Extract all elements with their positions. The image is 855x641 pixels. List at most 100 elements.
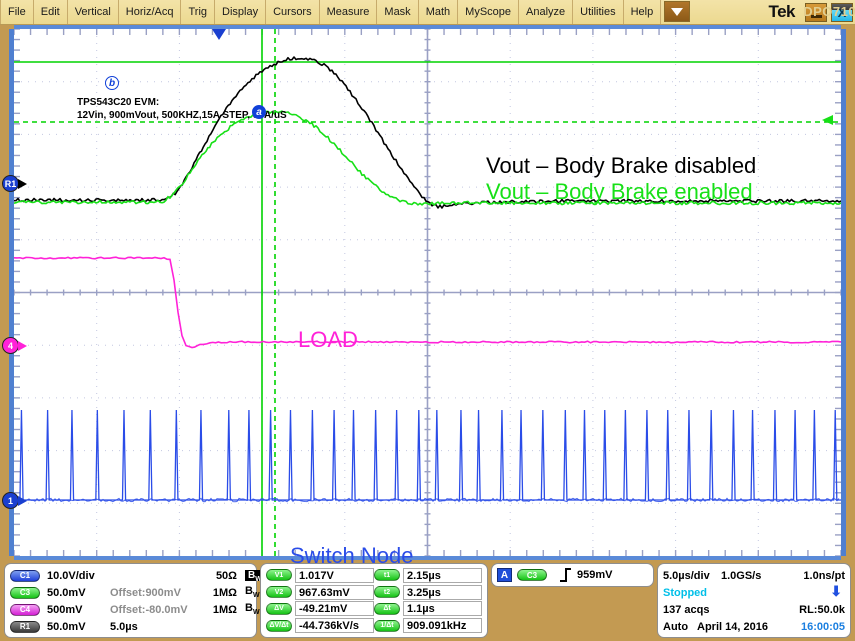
measurement-label-chip: ΔV/Δt: [266, 620, 292, 632]
vertical-offset-value: Offset:-80.0mV: [110, 604, 203, 616]
vertical-settings-panel[interactable]: C110.0V/div50ΩBW:1.0GC350.0mVOffset:900m…: [4, 563, 257, 638]
input-impedance-value: 1MΩ: [203, 604, 237, 616]
channel-chip-c3[interactable]: C3: [10, 587, 40, 599]
menu-item-edit[interactable]: Edit: [34, 0, 68, 24]
measurement-label-chip: V1: [266, 569, 292, 581]
channel-chip-c4[interactable]: C4: [10, 604, 40, 616]
menu-item-utilities[interactable]: Utilities: [573, 0, 623, 24]
vertical-row-c1[interactable]: C110.0V/div50ΩBW:1.0G: [10, 567, 251, 584]
acq-count: 137 acqs: [663, 604, 721, 616]
vertical-row-r1[interactable]: R150.0mV5.0µs: [10, 618, 251, 635]
trigger-panel[interactable]: A C3 959mV: [491, 563, 654, 587]
channel-badge-1: 1: [2, 492, 19, 509]
timebase-value: 5.0µs/div: [663, 570, 721, 582]
graticule: [14, 29, 841, 556]
acq-count-row: 137 acqs RL:50.0k: [663, 601, 845, 618]
menu-item-horiz-acq[interactable]: Horiz/Acq: [119, 0, 182, 24]
measurement-value: 2.15µs: [403, 568, 482, 583]
menu-item-analyze[interactable]: Analyze: [519, 0, 573, 24]
waveform-traces: [14, 29, 841, 556]
graticule-bottom-rail: [14, 556, 841, 560]
status-bar: C110.0V/div50ΩBW:1.0GC350.0mVOffset:900m…: [0, 561, 855, 641]
menu-item-file[interactable]: File: [0, 0, 34, 24]
cursor-voltage-column: V11.017VV2967.63mVΔV-49.21mVΔV/Δt-44.736…: [266, 567, 374, 634]
channel-arrow-icon: [18, 179, 27, 189]
menu-item-mask[interactable]: Mask: [377, 0, 418, 24]
channel-chip-c1[interactable]: C1: [10, 570, 40, 582]
channel-arrow-icon: [18, 496, 27, 506]
measurement-row: V2967.63mV: [266, 584, 374, 601]
cursor-tag-a[interactable]: a: [252, 105, 266, 119]
trace-label-switch-node: Switch Node: [290, 543, 414, 569]
record-length: RL:50.0k: [721, 604, 845, 616]
trigger-source-chip: C3: [517, 569, 547, 581]
menu-item-vertical[interactable]: Vertical: [68, 0, 119, 24]
menu-right-zone: DPO7104 Tek X: [693, 0, 855, 24]
trigger-level-arrow-icon: [822, 115, 833, 125]
menu-items: FileEditVerticalHoriz/AcqTrigDisplayCurs…: [0, 0, 661, 24]
channel-marker-ch1[interactable]: 1: [2, 492, 27, 509]
menu-item-cursors[interactable]: Cursors: [266, 0, 320, 24]
measurement-value: 967.63mV: [295, 585, 374, 600]
trigger-level-marker[interactable]: [822, 115, 833, 125]
measurement-label-chip: 1/Δt: [374, 620, 400, 632]
rising-edge-icon: [559, 568, 572, 582]
vertical-scale-value: 50.0mV: [47, 621, 110, 633]
vertical-row-c3[interactable]: C350.0mVOffset:900mV1MΩBW:20.0M: [10, 584, 251, 601]
vertical-scale-value: 10.0V/div: [47, 570, 110, 582]
trace-label-load: LOAD: [298, 327, 358, 353]
tek-logo: Tek: [768, 2, 795, 22]
measurement-value: -44.736kV/s: [295, 618, 374, 633]
measurement-label-chip: t1: [374, 569, 400, 581]
menu-item-measure[interactable]: Measure: [320, 0, 378, 24]
date-value: April 14, 2016: [697, 621, 801, 633]
horizontal-acquisition-panel[interactable]: 5.0µs/div 1.0GS/s 1.0ns/pt Stopped 137 a…: [657, 563, 851, 638]
channel-marker-ref1[interactable]: R1: [2, 175, 27, 192]
channel-arrow-icon: [18, 341, 27, 351]
trigger-level-value: 959mV: [577, 569, 612, 581]
measurement-label-chip: Δt: [374, 603, 400, 615]
cursor-measurement-panel[interactable]: V11.017VV2967.63mVΔV-49.21mVΔV/Δt-44.736…: [260, 563, 488, 638]
resolution-value: 1.0ns/pt: [783, 570, 845, 582]
download-arrow-icon[interactable]: ⬇: [830, 584, 842, 598]
trigger-position-marker-icon[interactable]: [212, 29, 226, 40]
input-impedance-value: 1MΩ: [203, 587, 237, 599]
graticule-right-rail[interactable]: [841, 29, 846, 556]
vertical-scale-value: 500mV: [47, 604, 110, 616]
channel-badge-r1: R1: [2, 175, 19, 192]
date-time-row: Auto April 14, 2016 16:00:05: [663, 618, 845, 635]
vertical-offset-value: Offset:900mV: [110, 587, 203, 599]
measurement-row: t23.25µs: [374, 584, 482, 601]
measurement-row: 1/Δt909.091kHz: [374, 617, 482, 634]
channel-marker-ch4[interactable]: 4: [2, 337, 27, 354]
measurement-row: V11.017V: [266, 567, 374, 584]
measurement-row: ΔV/Δt-44.736kV/s: [266, 617, 374, 634]
acquisition-state: Stopped: [663, 587, 707, 599]
measurement-label-chip: V2: [266, 586, 292, 598]
chevron-down-icon: [671, 8, 683, 16]
cursor-time-column: t12.15µst23.25µsΔt1.1µs1/Δt909.091kHz: [374, 567, 482, 634]
time-value: 16:00:05: [801, 621, 845, 633]
menu-item-math[interactable]: Math: [419, 0, 458, 24]
measurement-row: Δt1.1µs: [374, 601, 482, 618]
toolbar-dropdown-button[interactable]: [664, 1, 690, 22]
trigger-a-badge: A: [497, 568, 512, 582]
measurement-label-chip: ΔV: [266, 603, 292, 615]
trace-label-body-brake-enabled: Vout – Body Brake enabled: [486, 179, 753, 205]
vertical-row-c4[interactable]: C4500mVOffset:-80.0mV1MΩBW:20.0M: [10, 601, 251, 618]
menu-item-display[interactable]: Display: [215, 0, 266, 24]
waveform-display[interactable]: TPS543C20 EVM: 12Vin, 900mVout, 500KHZ,1…: [14, 29, 841, 556]
menu-item-trig[interactable]: Trig: [181, 0, 215, 24]
acquisition-state-row: Stopped: [663, 584, 845, 601]
menu-bar: FileEditVerticalHoriz/AcqTrigDisplayCurs…: [0, 0, 855, 25]
menu-item-help[interactable]: Help: [624, 0, 662, 24]
measurement-value: 1.1µs: [403, 601, 482, 616]
channel-chip-r1[interactable]: R1: [10, 621, 40, 633]
vertical-scale-value: 50.0mV: [47, 587, 110, 599]
sample-rate-value: 1.0GS/s: [721, 570, 783, 582]
cursor-tag-b[interactable]: b: [105, 76, 119, 90]
input-impedance-value: 50Ω: [203, 570, 237, 582]
measurement-value: 1.017V: [295, 568, 374, 583]
menu-item-myscope[interactable]: MyScope: [458, 0, 519, 24]
measurement-row: ΔV-49.21mV: [266, 601, 374, 618]
